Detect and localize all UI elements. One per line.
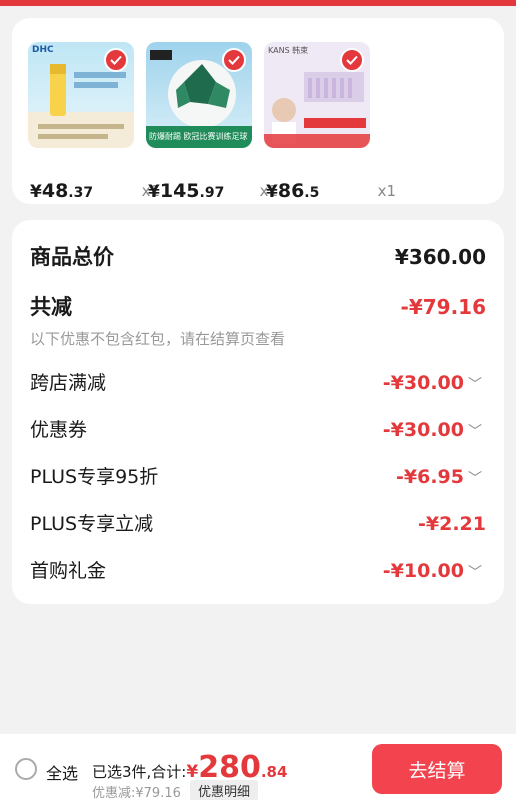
price-decimal: .5 [304, 185, 320, 201]
price-currency: ¥ [266, 182, 278, 202]
discount-value: -¥2.21 [418, 513, 486, 535]
selected-total: 已选3件,合计:¥280.84 [92, 750, 288, 785]
total-reduce-label: 共减 [30, 295, 72, 319]
select-all-radio[interactable] [15, 758, 37, 780]
total-reduce-value: -¥79.16 [400, 295, 486, 319]
total-price-value: ¥360.00 [394, 245, 486, 269]
price-currency: ¥ [30, 182, 42, 202]
discount-label: 优惠券 [30, 419, 88, 441]
price-currency: ¥ [148, 182, 160, 202]
checkbox-checked-icon[interactable] [104, 48, 128, 72]
product-logo-text: DHC [32, 45, 54, 55]
checkbox-checked-icon[interactable] [222, 48, 246, 72]
product-price: ¥145.97 x1 [148, 180, 278, 202]
checkout-button[interactable]: 去结算 [372, 744, 502, 794]
chevron-down-icon[interactable]: ﹀ [468, 471, 482, 487]
product-image[interactable]: KANS 韩束 [264, 42, 370, 148]
product-item-adidas[interactable]: 防爆耐踢 欧冠比赛训练足球 ¥145.97 x1 [146, 42, 278, 202]
top-accent-strip [0, 0, 516, 6]
discount-value-wrap: -¥30.00 ﹀ [383, 368, 482, 400]
product-item-kans[interactable]: KANS 韩束 ¥86.5 x1 [264, 42, 396, 202]
product-image-caption: 防爆耐踢 欧冠比赛训练足球 [149, 132, 248, 141]
discount-row-coupon[interactable]: 优惠券 -¥30.00 ﹀ [30, 415, 486, 445]
discount-detail-button[interactable]: 优惠明细 [190, 780, 259, 800]
discount-value: -¥6.95 [396, 466, 464, 488]
total-currency: ¥ [186, 762, 199, 782]
discount-value: -¥30.00 [382, 372, 464, 394]
selected-count-text: 已选3件,合计: [92, 763, 187, 781]
total-price-label: 商品总价 [30, 245, 114, 269]
discount-row-cross-store[interactable]: 跨店满减 -¥30.00 ﹀ [30, 368, 486, 398]
discount-label: 跨店满减 [30, 372, 107, 394]
product-item-dhc[interactable]: DHC ¥48.37 x1 [28, 42, 160, 202]
price-summary-card: 商品总价 ¥360.00 共减 -¥79.16 以下优惠不包含红包，请在结算页查… [12, 220, 504, 604]
selected-products-card: DHC ¥48.37 x1 防爆耐踢 欧冠比赛训练足球 ¥145.97 x1 K… [12, 18, 504, 204]
checkbox-checked-icon[interactable] [340, 48, 364, 72]
checkout-bar: 全选 已选3件,合计:¥280.84 优惠减:¥79.16 优惠明细 去结算 [0, 734, 516, 800]
product-quantity: x1 [377, 182, 396, 200]
discount-row-plus-95[interactable]: PLUS专享95折 -¥6.95 ﹀ [30, 462, 486, 492]
price-decimal: .97 [199, 185, 225, 201]
discount-value-wrap: -¥30.00 ﹀ [383, 415, 482, 447]
price-integer: 48 [41, 180, 69, 202]
total-reduce-row[interactable]: 共减 -¥79.16 [30, 292, 486, 322]
product-image[interactable]: 防爆耐踢 欧冠比赛训练足球 [146, 42, 252, 148]
discount-label: 首购礼金 [30, 560, 107, 582]
price-integer: 86 [277, 180, 305, 202]
discount-value: -¥10.00 [382, 560, 464, 582]
product-image[interactable]: DHC [28, 42, 134, 148]
total-price-row: 商品总价 ¥360.00 [30, 242, 486, 272]
product-price: ¥48.37 x1 [30, 180, 160, 202]
product-price: ¥86.5 x1 [266, 180, 396, 202]
chevron-down-icon[interactable]: ﹀ [468, 424, 482, 440]
discount-note: 以下优惠不包含红包，请在结算页查看 [30, 330, 286, 348]
price-decimal: .37 [68, 185, 94, 201]
price-integer: 145 [159, 180, 200, 202]
discount-row-first-purchase[interactable]: 首购礼金 -¥10.00 ﹀ [30, 556, 486, 586]
total-decimal: .84 [260, 763, 288, 781]
discount-value: -¥30.00 [382, 419, 464, 441]
select-all-label[interactable]: 全选 [46, 760, 78, 784]
chevron-down-icon[interactable]: ﹀ [468, 565, 482, 581]
chevron-down-icon[interactable]: ﹀ [468, 377, 482, 393]
discount-row-plus-instant: PLUS专享立减 -¥2.21 [30, 509, 486, 539]
discount-label: PLUS专享95折 [30, 466, 159, 488]
product-logo-text: KANS 韩束 [268, 46, 309, 55]
discount-value-wrap: -¥6.95 ﹀ [396, 462, 482, 494]
discount-summary-text: 优惠减:¥79.16 [92, 786, 181, 800]
discount-value-wrap: -¥10.00 ﹀ [383, 556, 482, 588]
discount-label: PLUS专享立减 [30, 513, 154, 535]
